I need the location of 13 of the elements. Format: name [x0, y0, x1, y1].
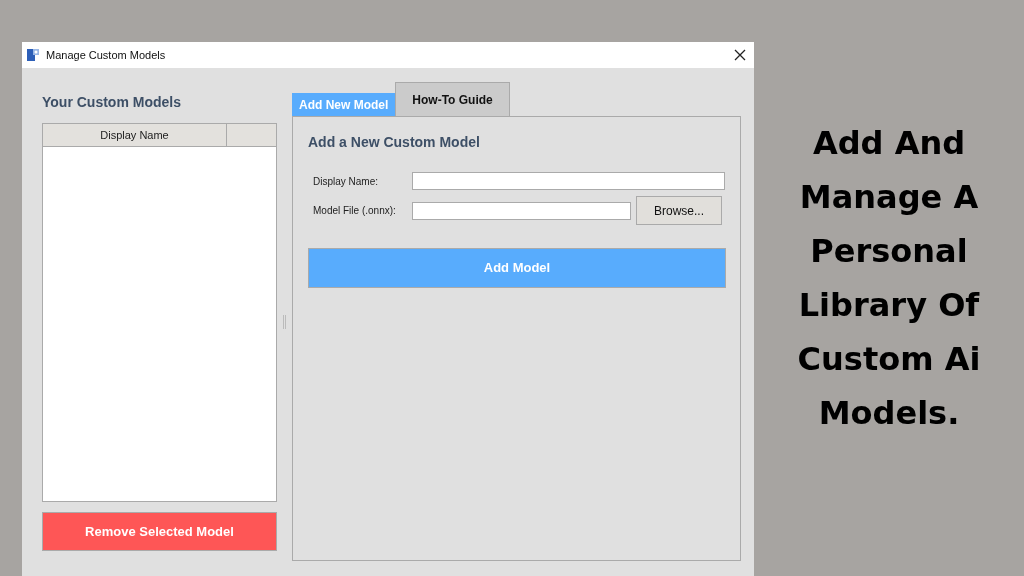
panel-title: Your Custom Models: [42, 94, 182, 110]
form-title: Add a New Custom Model: [308, 134, 481, 150]
close-icon[interactable]: [734, 49, 746, 61]
field-label: Model File (.onnx):: [312, 204, 397, 218]
caption-text: Add And Manage A Personal Library Of Custom Ai Models.: [797, 123, 981, 434]
browse-button[interactable]: Browse...: [636, 196, 722, 225]
display-name-field[interactable]: [411, 172, 725, 190]
file-path-field[interactable]: [412, 201, 631, 220]
window-title: Manage Custom Models: [46, 47, 166, 63]
tab[interactable]: How-To Guide: [395, 82, 510, 116]
field-label: Display Name:: [312, 174, 380, 189]
splitter-handle[interactable]: [283, 315, 286, 329]
app-icon: [26, 48, 40, 62]
